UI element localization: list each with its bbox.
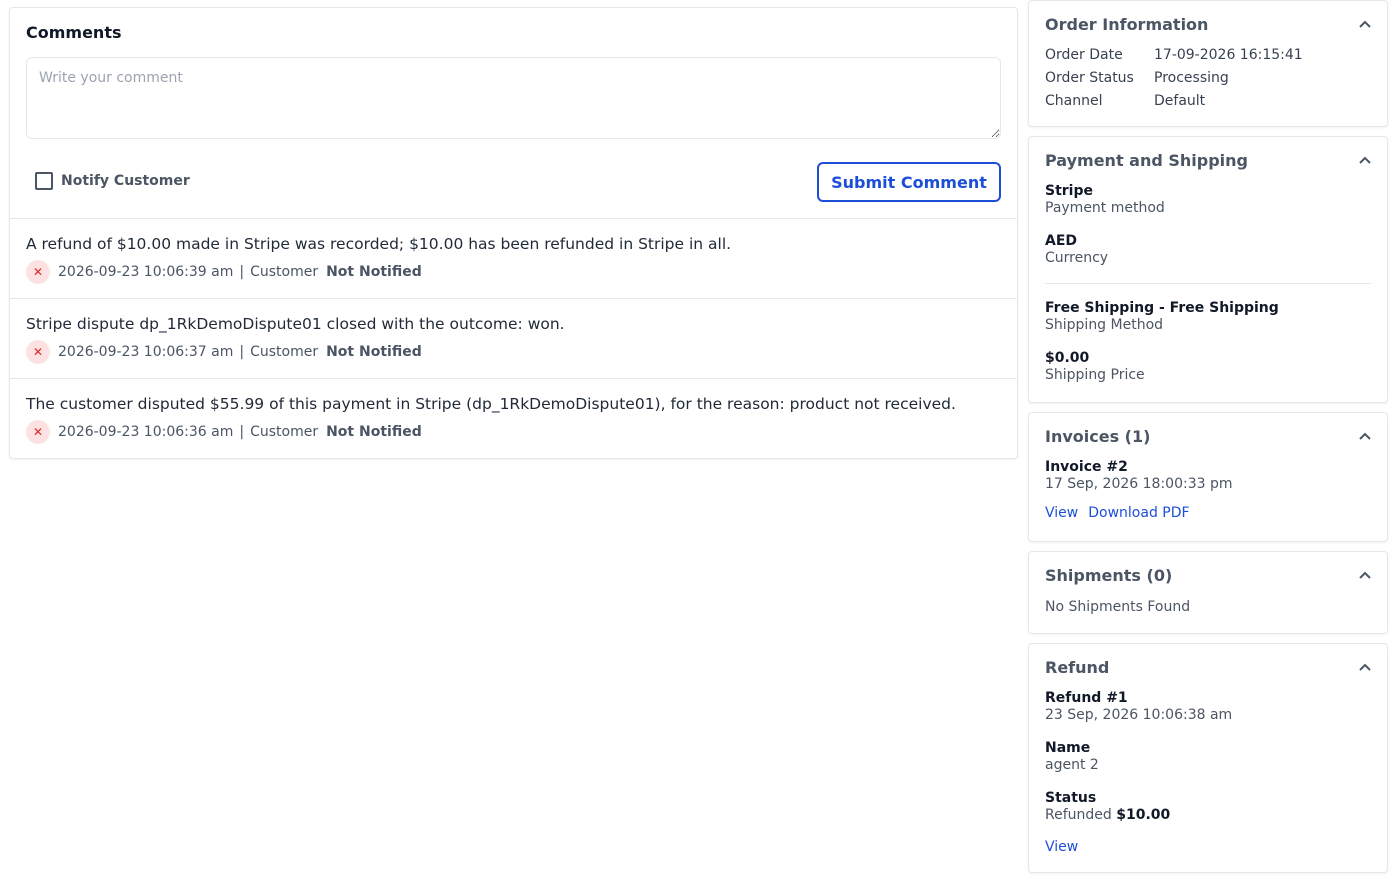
notify-customer-label: Notify Customer [61, 173, 190, 189]
shipping-method-label: Shipping Method [1045, 317, 1164, 333]
invoice-name: Invoice #2 [1045, 459, 1128, 475]
comments-card: Comments Notify Customer Submit Comment … [9, 7, 1018, 459]
order-status-value: Processing [1154, 70, 1229, 86]
shipping-price-label: Shipping Price [1045, 367, 1145, 383]
download-pdf-link[interactable]: Download PDF [1088, 505, 1189, 521]
chevron-up-icon[interactable] [1359, 571, 1371, 579]
chevron-up-icon[interactable] [1359, 156, 1371, 164]
refund-actions: View [1045, 836, 1371, 855]
notify-customer-checkbox[interactable]: Notify Customer [35, 172, 190, 190]
invoice-actions: View Download PDF [1045, 505, 1371, 521]
name-label: Name [1045, 740, 1091, 756]
panel-title: Order Information [1045, 14, 1209, 34]
status-text: Refunded [1045, 807, 1112, 823]
comment-text: The customer disputed $55.99 of this pay… [26, 395, 956, 413]
invoice-block: Invoice #2 17 Sep, 2026 18:00:33 pm [1045, 459, 1371, 493]
view-refund-link[interactable]: View [1045, 839, 1078, 855]
checkbox-box[interactable] [35, 172, 53, 190]
meta-separator: | [239, 344, 245, 360]
comment-item: Stripe dispute dp_1RkDemoDispute01 close… [10, 298, 1017, 378]
order-date-value: 17-09-2026 16:15:41 [1154, 47, 1303, 63]
panel-header[interactable]: Order Information [1045, 14, 1371, 34]
panel-title: Shipments (0) [1045, 565, 1173, 585]
notification-status: Not Notified [326, 424, 422, 440]
chevron-up-icon[interactable] [1359, 20, 1371, 28]
notification-status: Not Notified [326, 264, 422, 280]
shipping-price-value: $0.00 [1045, 350, 1090, 366]
panel-header[interactable]: Shipments (0) [1045, 565, 1371, 585]
comment-meta: ✕ 2026-09-23 10:06:37 am | Customer Not … [26, 340, 1001, 364]
channel-value: Default [1154, 93, 1206, 109]
panel-header[interactable]: Payment and Shipping [1045, 150, 1371, 170]
panel-title: Refund [1045, 657, 1110, 677]
comment-input[interactable] [26, 57, 1001, 139]
name-value: agent 2 [1045, 757, 1099, 773]
currency-block: AED Currency [1045, 233, 1371, 267]
order-information-panel: Order Information Order Date 17-09-2026 … [1028, 0, 1388, 127]
payment-shipping-panel: Payment and Shipping Stripe Payment meth… [1028, 136, 1388, 403]
status-label: Status [1045, 790, 1097, 806]
refund-panel: Refund Refund #1 23 Sep, 2026 10:06:38 a… [1028, 643, 1388, 873]
comment-author: Customer [250, 264, 319, 280]
chevron-up-icon[interactable] [1359, 432, 1371, 440]
comment-text: A refund of $10.00 made in Stripe was re… [26, 235, 732, 253]
panel-title: Invoices (1) [1045, 426, 1151, 446]
panel-header[interactable]: Invoices (1) [1045, 426, 1371, 446]
order-info-rows: Order Date 17-09-2026 16:15:41 Order Sta… [1045, 44, 1371, 113]
refund-name: Refund #1 [1045, 690, 1128, 706]
meta-separator: | [239, 264, 245, 280]
comment-meta: ✕ 2026-09-23 10:06:39 am | Customer Not … [26, 260, 1001, 284]
comment-list: A refund of $10.00 made in Stripe was re… [10, 218, 1017, 458]
order-date-label: Order Date [1045, 47, 1123, 63]
channel-label: Channel [1045, 93, 1103, 109]
shipping-price-block: $0.00 Shipping Price [1045, 350, 1371, 384]
panel-header[interactable]: Refund [1045, 657, 1371, 677]
currency-label: Currency [1045, 250, 1109, 266]
order-date-row: Order Date 17-09-2026 16:15:41 [1045, 44, 1371, 67]
refund-status-block: Status Refunded $10.00 [1045, 790, 1371, 824]
comment-datetime: 2026-09-23 10:06:37 am [58, 344, 234, 360]
close-icon: ✕ [26, 420, 50, 444]
shipments-panel: Shipments (0) No Shipments Found [1028, 551, 1388, 634]
currency-value: AED [1045, 233, 1078, 249]
payment-method-block: Stripe Payment method [1045, 183, 1371, 217]
order-status-label: Order Status [1045, 70, 1134, 86]
invoices-panel: Invoices (1) Invoice #2 17 Sep, 2026 18:… [1028, 412, 1388, 542]
comment-item: A refund of $10.00 made in Stripe was re… [10, 218, 1017, 298]
divider [1045, 283, 1371, 284]
panel-title: Payment and Shipping [1045, 150, 1249, 170]
refund-date: 23 Sep, 2026 10:06:38 am [1045, 707, 1233, 723]
comment-datetime: 2026-09-23 10:06:36 am [58, 424, 234, 440]
comment-author: Customer [250, 424, 319, 440]
close-icon: ✕ [26, 260, 50, 284]
close-icon: ✕ [26, 340, 50, 364]
chevron-up-icon[interactable] [1359, 663, 1371, 671]
payment-method-label: Payment method [1045, 200, 1165, 216]
payment-method-value: Stripe [1045, 183, 1093, 199]
submit-comment-button[interactable]: Submit Comment [817, 162, 1001, 202]
no-shipments-text: No Shipments Found [1045, 599, 1191, 615]
comment-datetime: 2026-09-23 10:06:39 am [58, 264, 234, 280]
comment-author: Customer [250, 344, 319, 360]
comment-meta: ✕ 2026-09-23 10:06:36 am | Customer Not … [26, 420, 1001, 444]
comment-item: The customer disputed $55.99 of this pay… [10, 378, 1017, 458]
status-amount: $10.00 [1116, 807, 1171, 823]
view-invoice-link[interactable]: View [1045, 505, 1078, 521]
meta-separator: | [239, 424, 245, 440]
shipping-method-block: Free Shipping - Free Shipping Shipping M… [1045, 300, 1371, 334]
channel-row: Channel Default [1045, 90, 1371, 113]
refund-block: Refund #1 23 Sep, 2026 10:06:38 am [1045, 690, 1371, 724]
comments-title: Comments [26, 23, 122, 42]
invoice-date: 17 Sep, 2026 18:00:33 pm [1045, 476, 1233, 492]
comment-text: Stripe dispute dp_1RkDemoDispute01 close… [26, 315, 565, 333]
refund-name-block: Name agent 2 [1045, 740, 1371, 774]
notification-status: Not Notified [326, 344, 422, 360]
order-status-row: Order Status Processing [1045, 67, 1371, 90]
shipping-method-value: Free Shipping - Free Shipping [1045, 300, 1279, 316]
status-value: Refunded $10.00 [1045, 807, 1371, 824]
